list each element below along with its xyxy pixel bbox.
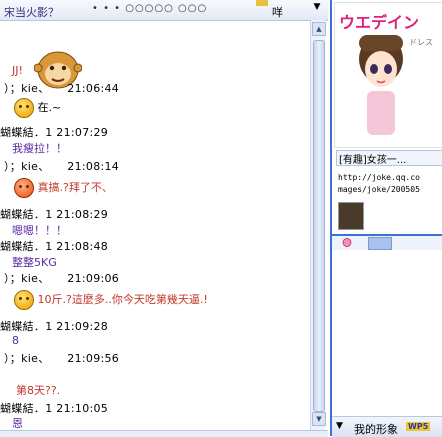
format-toolbar-dots[interactable]: • • • ○○○○○ ○○○ — [92, 3, 207, 14]
toolbar-right-text: 咩 — [272, 6, 283, 19]
message-header: 蝴蝶結．1 21:08:48 — [0, 238, 108, 254]
sender-name: ）；kie、 — [4, 272, 50, 285]
message-time: 21:08:14 — [67, 160, 120, 173]
message-header: ）；kie、 21:08:14 — [4, 158, 119, 174]
message-header: ）；kie、 21:09:06 — [4, 270, 119, 286]
message-time: 21:10:05 — [56, 402, 109, 415]
toolbar-menu-arrow-icon[interactable]: ▼ — [310, 2, 324, 16]
message-header: 蝴蝶結．1 21:10:05 — [0, 400, 108, 416]
anime-girl-avatar-icon — [359, 35, 403, 135]
message-time: 21:08:29 — [56, 208, 109, 221]
news-panel: [有趣]女孩一... http://joke.qq.co mages/joke/… — [334, 148, 442, 234]
message-body: 第8天??. — [16, 384, 61, 397]
chat-history: JJ! ）；kie、 21:06:44 在.~ 蝴蝶結．1 21:07:29 我… — [0, 20, 310, 428]
message-body: 真搞.?拜了不、 — [37, 181, 113, 194]
news-link-title[interactable]: [有趣]女孩一... — [336, 150, 442, 166]
news-url-line: mages/joke/200505 — [338, 185, 420, 194]
message-body: 10斤.?這麼多..你今天吃第幾天逼.! — [37, 293, 208, 306]
message-body-row: 真搞.?拜了不、 — [14, 178, 113, 198]
message-time: 21:09:06 — [67, 272, 120, 285]
message-time: 21:09:28 — [56, 320, 109, 333]
message-body: 8 — [12, 334, 19, 347]
message-body: 整整5KG — [12, 256, 57, 269]
sender-name: ）；kie、 — [4, 82, 50, 95]
message-body: 在.~ — [37, 101, 62, 114]
sender-name: 蝴蝶結．1 — [0, 240, 53, 253]
my-avatar-bar[interactable]: ▼ 我的形象 WP5 — [332, 416, 442, 437]
scroll-up-icon[interactable]: ▲ — [312, 22, 326, 36]
message-body: 我瘦拉！！ — [12, 142, 67, 155]
message-body-row: 在.~ — [14, 98, 61, 118]
side-panel: ウエデイン ドレス [有趣]女孩一... http://joke.qq.co m… — [330, 0, 442, 437]
message-header: 蝴蝶結．1 21:09:28 — [0, 318, 108, 334]
sender-name: 蝴蝶結．1 — [0, 402, 53, 415]
message-body: 恩 — [12, 417, 23, 428]
message-time: 21:07:29 — [56, 126, 109, 139]
message-header: ）；kie、 21:09:56 — [4, 350, 119, 366]
sender-name: 蝴蝶結．1 — [0, 126, 53, 139]
message-body-row: 10斤.?這麼多..你今天吃第幾天逼.! — [14, 290, 208, 310]
sender-name: ）；kie、 — [4, 352, 50, 365]
news-url[interactable]: http://joke.qq.co mages/joke/200505 — [338, 172, 420, 196]
message-header: 蝴蝶結．1 21:07:29 — [0, 124, 108, 140]
scroll-thumb[interactable] — [313, 40, 325, 412]
sender-name: ）；kie、 — [4, 160, 50, 173]
scroll-down-icon[interactable]: ▼ — [312, 412, 326, 426]
chat-scrollbar[interactable]: ▲ ▼ — [310, 20, 326, 430]
news-url-line: http://joke.qq.co — [338, 173, 420, 182]
news-thumbnail[interactable] — [338, 202, 364, 230]
flag-icon — [256, 0, 268, 6]
message-time: 21:08:48 — [56, 240, 109, 253]
grin-emoticon-icon — [14, 178, 34, 198]
sender-name: 蝴蝶結．1 — [0, 320, 53, 333]
pink-flower-icon[interactable] — [340, 237, 354, 248]
message-time: 21:09:56 — [67, 352, 120, 365]
smile-emoticon-icon — [14, 98, 34, 118]
sender-name: 蝴蝶結．1 — [0, 208, 53, 221]
my-avatar-label: 我的形象 — [354, 423, 398, 436]
chat-toolbar: 宋当火影？ • • • ○○○○○ ○○○ 咩 ▼ — [0, 0, 328, 21]
star-tab-icon[interactable] — [368, 237, 392, 250]
message-body: 嗯嗯！！！ — [12, 224, 67, 237]
message-time: 21:06:44 — [67, 82, 120, 95]
chat-title: 宋当火影？ — [4, 6, 59, 19]
expand-arrow-icon[interactable]: ▼ — [336, 421, 343, 431]
laugh-emoticon-icon — [14, 290, 34, 310]
message-body: JJ! — [12, 64, 23, 77]
message-header: ）；kie、 21:06:44 — [4, 80, 119, 96]
avatar-show-banner[interactable]: ウエデイン ドレス — [334, 2, 442, 148]
wp5-badge: WP5 — [406, 422, 431, 431]
message-header: 蝴蝶結．1 21:08:29 — [0, 206, 108, 222]
side-tabs — [332, 236, 442, 250]
